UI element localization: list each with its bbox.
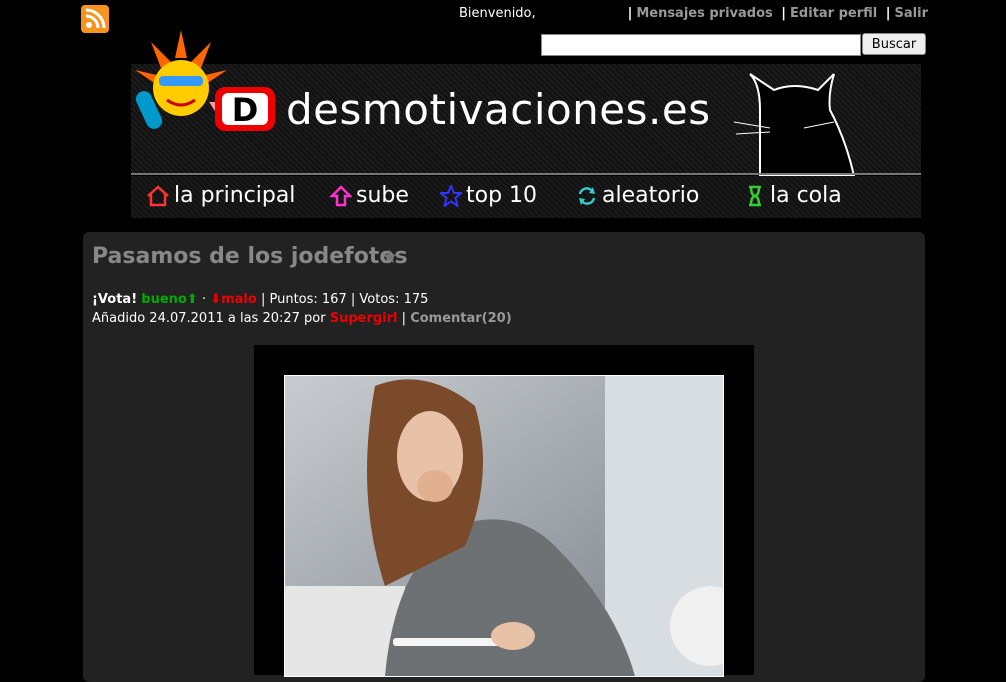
added-date: Añadido 24.07.2011 a las 20:27 por xyxy=(92,311,326,326)
user-links: | Mensajes privados | Editar perfil | Salir xyxy=(627,6,928,21)
search-button[interactable]: Buscar xyxy=(862,33,926,55)
welcome-text: Bienvenido, xyxy=(459,6,536,21)
rss-icon[interactable] xyxy=(81,5,109,33)
logo-letter: D xyxy=(232,91,259,129)
vote-line: ¡Vota! bueno⬆ · ⬇malo | Puntos: 167 | Vo… xyxy=(92,292,429,307)
logout-link[interactable]: Salir xyxy=(895,6,928,21)
poster-photo xyxy=(284,375,724,677)
nav-label: aleatorio xyxy=(602,183,700,208)
votes-count: Votos: 175 xyxy=(359,292,429,307)
comments-link[interactable]: Comentar(20) xyxy=(410,311,511,326)
nav-la-principal[interactable]: la principal xyxy=(146,183,295,208)
vote-good-link[interactable]: bueno⬆ xyxy=(141,292,197,307)
added-line: Añadido 24.07.2011 a las 20:27 por Super… xyxy=(92,311,512,326)
search-input[interactable] xyxy=(541,34,861,56)
logo-d-icon: D xyxy=(215,87,275,131)
upload-arrow-icon xyxy=(330,184,352,206)
nav-label: la cola xyxy=(770,183,842,208)
nav-label: la principal xyxy=(174,183,296,208)
site-logo-text[interactable]: desmotivaciones.es xyxy=(286,88,711,132)
nav-la-cola[interactable]: la cola xyxy=(744,183,842,208)
nav-aleatorio[interactable]: aleatorio xyxy=(576,183,699,208)
cat-silhouette-icon xyxy=(733,73,856,176)
nav-top-10[interactable]: top 10 xyxy=(440,183,537,208)
banner-divider xyxy=(131,173,921,175)
refresh-icon xyxy=(578,186,596,205)
private-messages-link[interactable]: Mensajes privados xyxy=(636,6,772,21)
hourglass-icon xyxy=(749,185,761,206)
author-link[interactable]: Supergirl xyxy=(330,311,398,326)
nav-sube[interactable]: sube xyxy=(330,183,409,208)
favorite-star-icon[interactable]: ★ xyxy=(381,246,398,268)
home-icon xyxy=(147,184,169,206)
star-icon xyxy=(440,184,462,207)
points-count: Puntos: 167 xyxy=(269,292,347,307)
vote-bad-link[interactable]: ⬇malo xyxy=(210,292,257,307)
edit-profile-link[interactable]: Editar perfil xyxy=(790,6,877,21)
post-title[interactable]: Pasamos de los jodefotos xyxy=(92,244,408,269)
nav-label: sube xyxy=(356,183,409,208)
vote-label: ¡Vota! xyxy=(92,292,138,307)
nav-label: top 10 xyxy=(466,183,538,208)
